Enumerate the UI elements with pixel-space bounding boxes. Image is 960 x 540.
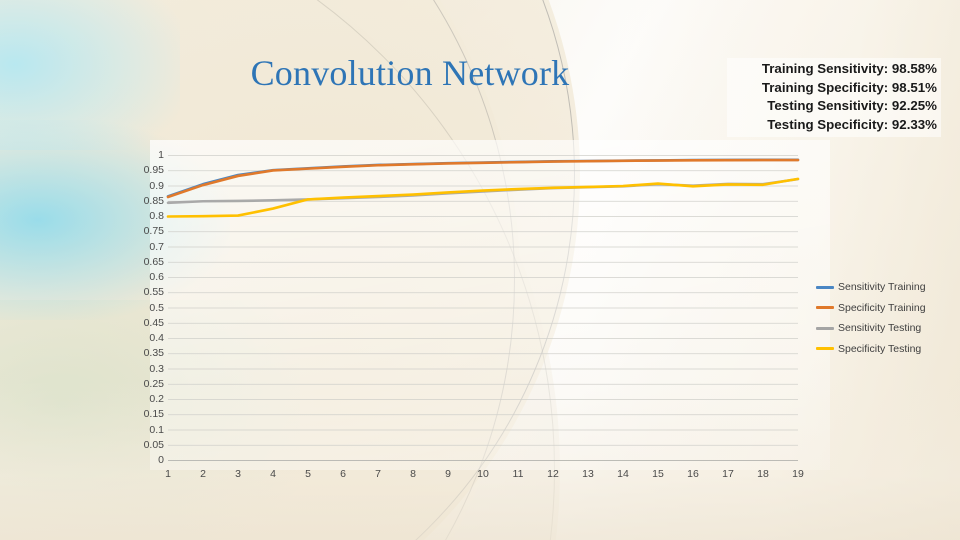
x-axis-tick-label: 18 <box>757 468 769 480</box>
legend-item[interactable]: Specificity Testing <box>816 339 946 360</box>
y-axis-tick-label: 0.5 <box>149 301 164 314</box>
x-axis-tick-label: 17 <box>722 468 734 480</box>
x-axis-tick-label: 12 <box>547 468 559 480</box>
x-axis-tick-label: 2 <box>200 468 206 480</box>
y-axis-tick-label: 0.3 <box>149 362 164 375</box>
x-axis-tick-label: 6 <box>340 468 346 480</box>
y-axis-tick-label: 1 <box>158 149 164 161</box>
legend-color-swatch <box>816 326 834 330</box>
y-axis-tick-label: 0.65 <box>143 255 164 268</box>
x-axis-tick-label: 4 <box>270 468 276 480</box>
legend-item[interactable]: Sensitivity Testing <box>816 318 946 339</box>
y-axis-tick-label: 0.75 <box>143 225 164 238</box>
chart-legend: Sensitivity Training Specificity Training… <box>816 277 946 359</box>
y-axis-tick-label: 0.7 <box>149 240 164 253</box>
line-chart: 1 0.95 0.9 0.85 0.8 0.75 0.7 0.65 0.6 0.55 0.5 0.45… <box>0 0 960 540</box>
legend-item-label: Sensitivity Training <box>838 281 926 294</box>
x-axis-tick-label: 19 <box>792 468 804 480</box>
y-axis-tick-label: 0 <box>158 454 164 466</box>
y-axis-tick-label: 0.6 <box>149 271 164 283</box>
x-axis-tick-label: 14 <box>617 468 629 480</box>
x-axis-tick-label: 10 <box>477 468 489 480</box>
x-axis-tick-label: 3 <box>235 468 241 480</box>
x-axis-tick-label: 5 <box>305 468 311 480</box>
x-axis-tick-label: 16 <box>687 468 699 480</box>
x-axis-tick-label: 15 <box>652 468 664 480</box>
y-axis-tick-label: 0.05 <box>143 438 164 451</box>
y-axis-tick-label: 0.45 <box>143 316 164 329</box>
y-axis-tick-label: 0.1 <box>149 423 164 436</box>
x-axis-tick-label: 11 <box>512 468 524 480</box>
x-axis-tick-label: 13 <box>582 468 594 480</box>
legend-item-label: Specificity Testing <box>838 342 922 355</box>
x-axis-tick-label: 8 <box>410 468 416 480</box>
legend-color-swatch <box>816 306 834 310</box>
legend-color-swatch <box>816 347 834 351</box>
y-axis-tick-label: 0.95 <box>143 164 164 177</box>
y-axis-tick-label: 0.85 <box>143 194 164 207</box>
x-axis-tick-label: 9 <box>445 468 451 480</box>
y-axis-labels: 1 0.95 0.9 0.85 0.8 0.75 0.7 0.65 0.6 0.55 0.5 0.45… <box>112 0 164 540</box>
x-axis-tick-label: 1 <box>165 468 171 480</box>
legend-item[interactable]: Sensitivity Training <box>816 277 946 298</box>
y-axis-tick-label: 0.55 <box>143 286 164 299</box>
legend-color-swatch <box>816 285 834 289</box>
series-line-specificity-testing <box>166 177 800 218</box>
x-axis-labels: 1 2 3 4 5 6 7 8 9 10 11 12 13 14 15 16 17 18 19 <box>0 468 960 484</box>
chart-series-group <box>166 158 800 218</box>
y-axis-tick-label: 0.9 <box>149 179 164 192</box>
legend-item-label: Specificity Training <box>838 301 926 314</box>
x-axis-tick-label: 7 <box>375 468 381 480</box>
legend-item[interactable]: Specificity Training <box>816 298 946 319</box>
y-axis-tick-label: 0.2 <box>149 393 164 405</box>
y-axis-tick-label: 0.35 <box>143 347 164 360</box>
slide-canvas: Convolution Network Training Sensitivity… <box>0 0 960 540</box>
legend-item-label: Sensitivity Testing <box>838 322 922 335</box>
y-axis-tick-label: 0.15 <box>143 408 164 421</box>
y-axis-tick-label: 0.25 <box>143 377 164 390</box>
y-axis-tick-label: 0.8 <box>149 210 164 222</box>
y-axis-tick-label: 0.4 <box>149 332 164 344</box>
